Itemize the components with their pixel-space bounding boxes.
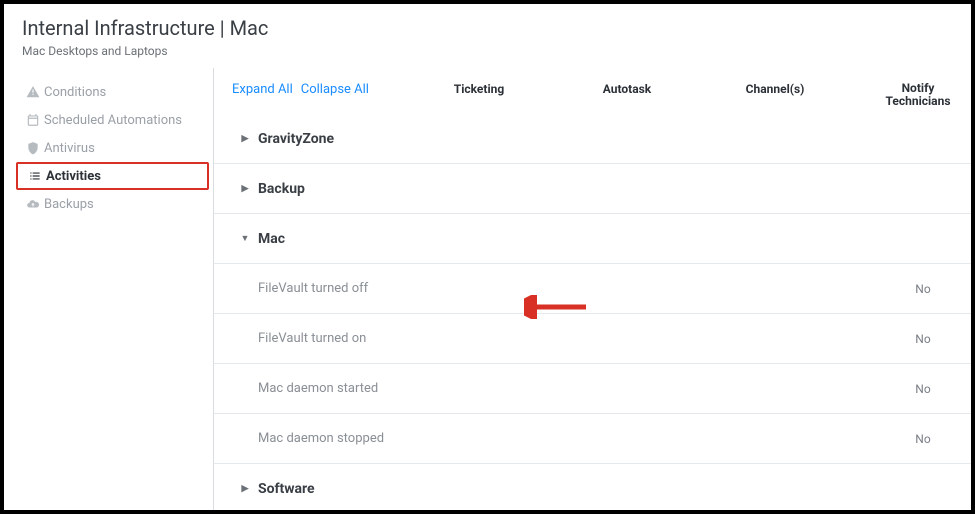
notify-value: No [895, 432, 951, 446]
group-label: Mac [258, 231, 285, 247]
group-mac[interactable]: ▼ Mac [214, 214, 971, 264]
sidebar-item-label: Conditions [44, 85, 106, 100]
calendar-icon [22, 113, 44, 127]
activity-item-daemon-stopped[interactable]: Mac daemon stopped No [214, 414, 971, 464]
expand-toggle-icon[interactable]: ▶ [232, 134, 258, 144]
group-backup[interactable]: ▶ Backup [214, 164, 971, 214]
sidebar-item-scheduled-automations[interactable]: Scheduled Automations [16, 106, 209, 134]
collapse-all-link[interactable]: Collapse All [301, 82, 369, 97]
notify-value: No [895, 282, 951, 296]
main-panel: Expand All Collapse All Ticketing Autota… [214, 68, 971, 510]
activity-rows: ▶ GravityZone ▶ Backup ▼ Mac FileVault t… [214, 114, 971, 510]
page-header: Internal Infrastructure | Mac Mac Deskto… [4, 4, 971, 68]
column-headers: Ticketing Autotask Channel(s) Notify Tec… [439, 82, 953, 108]
warning-triangle-icon [22, 85, 44, 99]
expand-toggle-icon[interactable]: ▶ [232, 184, 258, 194]
page-title: Internal Infrastructure | Mac [22, 16, 953, 40]
activity-label: FileVault turned off [232, 281, 895, 296]
group-label: Backup [258, 181, 305, 197]
sidebar-item-label: Antivirus [44, 141, 95, 156]
sidebar-item-label: Backups [44, 197, 94, 212]
expand-all-link[interactable]: Expand All [232, 82, 293, 97]
col-notify: Notify Technicians [883, 82, 953, 108]
sidebar-item-backups[interactable]: Backups [16, 190, 209, 218]
activity-label: FileVault turned on [232, 331, 895, 346]
activity-item-daemon-started[interactable]: Mac daemon started No [214, 364, 971, 414]
col-channels: Channel(s) [735, 82, 815, 108]
activity-item-filevault-off[interactable]: FileVault turned off No [214, 264, 971, 314]
group-label: GravityZone [258, 131, 334, 147]
activity-label: Mac daemon stopped [232, 431, 895, 446]
sidebar: Conditions Scheduled Automations Antivir… [4, 68, 209, 510]
shield-icon [22, 141, 44, 155]
cloud-upload-icon [22, 197, 44, 211]
sidebar-item-label: Scheduled Automations [44, 113, 182, 128]
group-gravityzone[interactable]: ▶ GravityZone [214, 114, 971, 164]
expand-toggle-icon[interactable]: ▶ [232, 484, 258, 494]
sidebar-item-conditions[interactable]: Conditions [16, 78, 209, 106]
col-ticketing: Ticketing [439, 82, 519, 108]
notify-value: No [895, 332, 951, 346]
col-autotask: Autotask [587, 82, 667, 108]
page-subtitle: Mac Desktops and Laptops [22, 44, 953, 58]
notify-value: No [895, 382, 951, 396]
activity-label: Mac daemon started [232, 381, 895, 396]
sidebar-item-antivirus[interactable]: Antivirus [16, 134, 209, 162]
sidebar-item-label: Activities [46, 169, 101, 184]
list-icon [24, 169, 46, 183]
collapse-toggle-icon[interactable]: ▼ [232, 233, 258, 244]
group-software[interactable]: ▶ Software [214, 464, 971, 510]
sidebar-item-activities[interactable]: Activities [16, 162, 209, 190]
activity-item-filevault-on[interactable]: FileVault turned on No [214, 314, 971, 364]
group-label: Software [258, 481, 315, 497]
